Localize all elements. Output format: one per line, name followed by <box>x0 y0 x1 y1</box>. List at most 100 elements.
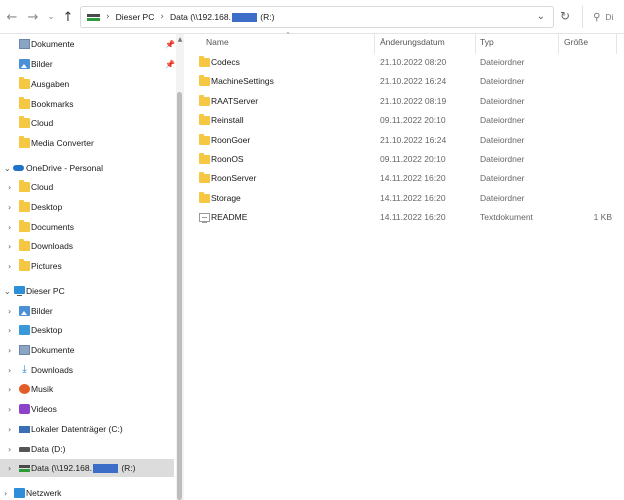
sidebar-item-label: Lokaler Datenträger (C:) <box>31 424 123 434</box>
column-divider[interactable] <box>374 34 375 54</box>
disk-icon <box>19 447 30 452</box>
sidebar-item-bilder[interactable]: Bilder 📌 <box>0 55 175 73</box>
sidebar-item-onedrive-cloud[interactable]: › Cloud <box>0 178 174 196</box>
chevron-down-icon[interactable]: ⌄ <box>43 9 59 25</box>
sidebar-item-data-r-selected[interactable]: › Data (\\192.168. (R:) <box>0 459 174 477</box>
folder-icon <box>19 220 30 232</box>
sidebar-item-data-d[interactable]: › Data (D:) <box>0 440 174 458</box>
chevron-right-icon[interactable]: › <box>8 307 11 316</box>
sidebar-item-onedrive[interactable]: ⌄ OneDrive - Personal <box>0 159 174 177</box>
sidebar-item-label: Bilder <box>31 306 53 316</box>
chevron-right-icon[interactable]: › <box>8 405 11 414</box>
file-name: RoonServer <box>211 173 257 184</box>
chevron-right-icon[interactable]: › <box>8 326 11 335</box>
file-row[interactable]: RoonServer 14.11.2022 16:20 Dateiordner <box>194 169 624 188</box>
file-list: ⌃ Name Änderungsdatum Typ Größe Codecs 21… <box>184 31 624 500</box>
chevron-right-icon[interactable]: › <box>8 464 11 473</box>
pin-icon[interactable]: 📌 <box>165 60 175 69</box>
text-file-icon <box>199 213 210 224</box>
sidebar-item-onedrive-pictures[interactable]: › Pictures <box>0 257 174 275</box>
drive-label-prefix: Data (\\192.168. <box>31 462 92 473</box>
sidebar-item-label: Dieser PC <box>26 286 65 296</box>
monitor-icon <box>14 286 25 296</box>
chevron-right-icon[interactable]: › <box>8 242 11 251</box>
breadcrumb-separator: › <box>160 12 164 22</box>
address-bar[interactable]: › Dieser PC › Data (\\192.168. (R:) ⌄ <box>80 6 554 28</box>
chevron-down-icon[interactable]: ⌄ <box>4 164 11 173</box>
videos-icon <box>19 404 30 414</box>
chevron-right-icon[interactable]: › <box>8 366 11 375</box>
file-row[interactable]: Storage 14.11.2022 16:20 Dateiordner <box>194 189 624 208</box>
chevron-down-icon[interactable]: ⌄ <box>4 287 11 296</box>
file-row[interactable]: RoonGoer 21.10.2022 16:24 Dateiordner <box>194 131 624 150</box>
sidebar-item-dokumente[interactable]: Dokumente 📌 <box>0 35 175 53</box>
scroll-up-icon[interactable]: ▲ <box>176 36 184 43</box>
pin-icon[interactable]: 📌 <box>165 40 175 49</box>
column-header-date[interactable]: Änderungsdatum <box>380 37 445 47</box>
sidebar-item-this-pc[interactable]: ⌄ Dieser PC <box>0 282 174 300</box>
file-modified-date: 14.11.2022 16:20 <box>380 192 446 203</box>
folder-icon <box>19 97 30 109</box>
file-row[interactable]: RAATServer 21.10.2022 08:19 Dateiordner <box>194 92 624 111</box>
sort-ascending-icon: ⌃ <box>285 31 291 39</box>
chevron-right-icon[interactable]: › <box>8 183 11 192</box>
folder-icon <box>19 136 30 148</box>
breadcrumb-this-pc[interactable]: Dieser PC <box>116 12 155 22</box>
up-arrow-icon[interactable]: ↑ <box>60 9 76 25</box>
sidebar-item-media-converter[interactable]: Media Converter <box>0 134 174 152</box>
sidebar-item-pc-musik[interactable]: › Musik <box>0 380 174 398</box>
folder-icon <box>199 172 210 184</box>
file-row[interactable]: Codecs 21.10.2022 08:20 Dateiordner <box>194 53 624 72</box>
chevron-right-icon[interactable]: › <box>8 262 11 271</box>
back-arrow-icon[interactable]: ← <box>4 9 20 25</box>
sidebar-item-pc-videos[interactable]: › Videos <box>0 400 174 418</box>
chevron-right-icon[interactable]: › <box>8 425 11 434</box>
sidebar-item-pc-desktop[interactable]: › Desktop <box>0 321 174 339</box>
sidebar-item-cloud[interactable]: Cloud <box>0 114 174 132</box>
breadcrumb-separator: › <box>106 12 110 22</box>
sidebar-item-ausgaben[interactable]: Ausgaben <box>0 75 174 93</box>
refresh-icon[interactable]: ↻ <box>560 9 570 23</box>
pictures-icon <box>19 59 30 69</box>
sidebar-item-pc-downloads[interactable]: › ⤓ Downloads <box>0 361 174 379</box>
sidebar-item-local-disk-c[interactable]: › Lokaler Datenträger (C:) <box>0 420 174 438</box>
chevron-right-icon[interactable]: › <box>8 385 11 394</box>
column-divider[interactable] <box>616 34 617 54</box>
file-row[interactable]: Reinstall 09.11.2022 20:10 Dateiordner <box>194 111 624 130</box>
sidebar-item-onedrive-downloads[interactable]: › Downloads <box>0 237 174 255</box>
file-row[interactable]: MachineSettings 21.10.2022 16:24 Dateiordn… <box>194 72 624 91</box>
network-drive-icon <box>87 13 100 21</box>
column-header-type[interactable]: Typ <box>480 37 494 47</box>
sidebar-item-pc-bilder[interactable]: › Bilder <box>0 302 174 320</box>
search-box[interactable]: ⚲ Di <box>582 6 624 28</box>
sidebar-item-bookmarks[interactable]: Bookmarks <box>0 95 174 113</box>
chevron-right-icon[interactable]: › <box>4 489 7 498</box>
chevron-right-icon[interactable]: › <box>8 346 11 355</box>
column-divider[interactable] <box>558 34 559 54</box>
sidebar-item-network[interactable]: › Netzwerk <box>0 484 174 500</box>
sidebar-item-onedrive-desktop[interactable]: › Desktop <box>0 198 174 216</box>
sidebar-item-pc-dokumente[interactable]: › Dokumente <box>0 341 174 359</box>
file-modified-date: 09.11.2022 20:10 <box>380 115 446 126</box>
sidebar-item-onedrive-documents[interactable]: › Documents <box>0 218 174 236</box>
breadcrumb-data-drive[interactable]: Data (\\192.168. (R:) <box>170 12 274 23</box>
file-name: Reinstall <box>211 115 244 126</box>
column-divider[interactable] <box>475 34 476 54</box>
sidebar-item-label: Media Converter <box>31 138 94 148</box>
sidebar-scrollbar[interactable]: ▲ <box>176 34 184 500</box>
documents-icon <box>19 39 30 49</box>
chevron-right-icon[interactable]: › <box>8 445 11 454</box>
sidebar-item-label: Desktop <box>31 202 63 212</box>
chevron-right-icon[interactable]: › <box>8 203 11 212</box>
sidebar-item-label: Bookmarks <box>31 99 74 109</box>
address-history-chevron-icon[interactable]: ⌄ <box>537 11 545 22</box>
forward-arrow-icon[interactable]: → <box>25 9 41 25</box>
chevron-right-icon[interactable]: › <box>8 223 11 232</box>
file-type: Dateiordner <box>480 154 525 164</box>
file-row[interactable]: README 14.11.2022 16:20 Textdokument 1 KB <box>194 208 624 227</box>
scrollbar-thumb[interactable] <box>177 92 182 500</box>
column-header-name[interactable]: Name <box>206 37 229 47</box>
file-row[interactable]: RoonOS 09.11.2022 20:10 Dateiordner <box>194 150 624 169</box>
folder-icon <box>199 114 210 126</box>
column-header-size[interactable]: Größe <box>564 37 588 47</box>
